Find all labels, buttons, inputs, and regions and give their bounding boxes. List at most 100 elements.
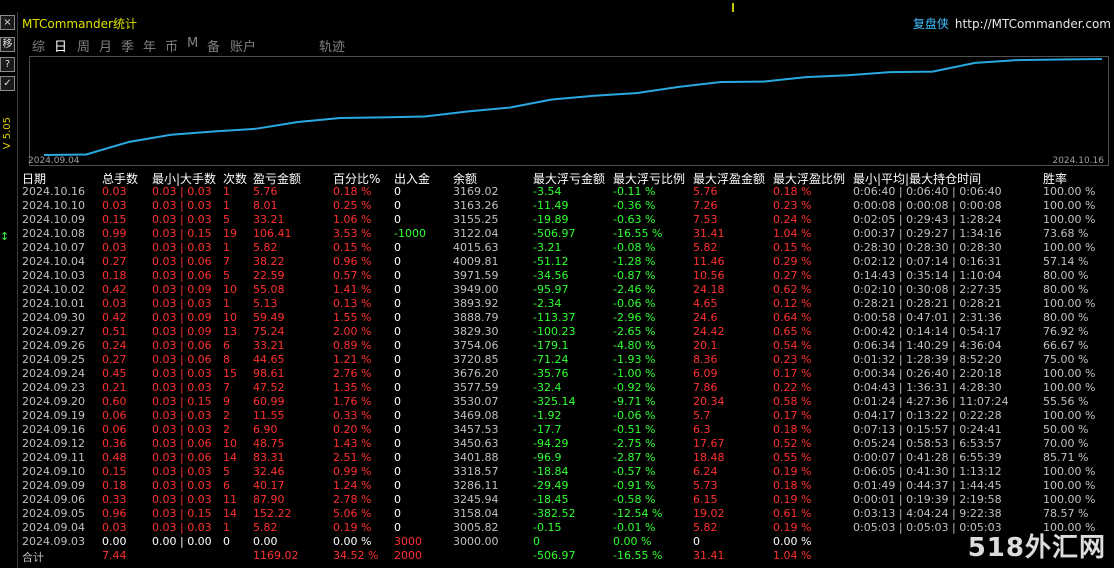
table-cell: 2024.09.20 [22, 395, 85, 408]
table-cell: -0.08 % [613, 241, 656, 254]
table-cell: 19 [223, 227, 237, 240]
table-cell: 6.90 [253, 423, 278, 436]
table-cell: 0 [394, 339, 401, 352]
table-row[interactable]: 2024.10.07 0.03 0.03 | 0.03 1 5.82 0.15 % 0 401… [22, 241, 1112, 255]
tab-10[interactable]: 轨迹 [319, 36, 345, 55]
tab-2[interactable]: 周 [77, 36, 90, 55]
table-cell: 15 [223, 367, 237, 380]
table-cell: 0:00:58 | 0:47:01 | 2:31:36 [853, 311, 1002, 324]
tab-7[interactable]: M [187, 36, 198, 51]
table-cell: 3155.25 [453, 213, 499, 226]
table-cell: 0.03 | 0.03 [152, 479, 212, 492]
table-cell: 18.48 [693, 451, 725, 464]
table-row[interactable]: 2024.09.23 0.21 0.03 | 0.03 7 47.52 1.35 % 0 35… [22, 381, 1112, 395]
table-row[interactable]: 2024.09.12 0.36 0.03 | 0.06 10 48.75 1.43 % 0 3… [22, 437, 1112, 451]
table-row[interactable]: 2024.10.16 0.03 0.03 | 0.03 1 5.76 0.18 % 0 316… [22, 185, 1112, 199]
table-cell: 0 [693, 535, 700, 548]
tab-3[interactable]: 月 [99, 36, 112, 55]
table-row[interactable]: 2024.10.09 0.15 0.03 | 0.03 5 33.21 1.06 % 0 31… [22, 213, 1112, 227]
table-cell: 2024.10.01 [22, 297, 85, 310]
table-row[interactable]: 2024.09.10 0.15 0.03 | 0.03 5 32.46 0.99 % 0 33… [22, 465, 1112, 479]
table-cell: -0.51 % [613, 423, 656, 436]
table-cell: 2024.09.19 [22, 409, 85, 422]
table-row[interactable]: 2024.09.04 0.03 0.03 | 0.03 1 5.82 0.19 % 0 300… [22, 521, 1112, 535]
table-cell: 0.33 % [333, 409, 372, 422]
table-cell: 5.06 % [333, 507, 372, 520]
tab-4[interactable]: 季 [121, 36, 134, 55]
table-cell: 3971.59 [453, 269, 499, 282]
table-row[interactable]: 2024.09.03 0.00 0.00 | 0.00 0 0.00 0.00 % 3000… [22, 535, 1112, 549]
tab-0[interactable]: 综 [32, 36, 45, 55]
table-row[interactable]: 2024.09.16 0.06 0.03 | 0.03 2 6.90 0.20 % 0 345… [22, 423, 1112, 437]
table-row[interactable]: 2024.10.08 0.99 0.03 | 0.15 19 106.41 3.53 % -… [22, 227, 1112, 241]
table-row[interactable]: 2024.09.09 0.18 0.03 | 0.03 6 40.17 1.24 % 0 32… [22, 479, 1112, 493]
table-row[interactable]: 2024.10.04 0.27 0.03 | 0.06 7 38.22 0.96 % 0 40… [22, 255, 1112, 269]
table-cell: 6.15 [693, 493, 718, 506]
table-cell: -0.06 % [613, 409, 656, 422]
table-cell: 0.03 | 0.03 [152, 423, 212, 436]
table-row[interactable]: 2024.10.03 0.18 0.03 | 0.06 5 22.59 0.57 % 0 39… [22, 269, 1112, 283]
table-row[interactable]: 2024.09.19 0.06 0.03 | 0.03 2 11.55 0.33 % 0 34… [22, 409, 1112, 423]
table-cell: 6.09 [693, 367, 718, 380]
help-button[interactable]: ? [0, 57, 15, 72]
table-cell: 0.17 % [773, 367, 812, 380]
table-cell: 5 [223, 269, 230, 282]
table-row[interactable]: 2024.10.02 0.42 0.03 | 0.09 10 55.08 1.41 % 0 3… [22, 283, 1112, 297]
table-cell: 5.13 [253, 297, 278, 310]
close-icon[interactable]: × [0, 15, 15, 30]
table-cell: 55.56 % [1043, 395, 1089, 408]
table-row[interactable]: 2024.09.05 0.96 0.03 | 0.15 14 152.22 5.06 % 0… [22, 507, 1112, 521]
table-cell: 5.82 [693, 521, 718, 534]
table-cell: -1.92 [533, 409, 562, 422]
brand[interactable]: 复盘侠 http://MTCommander.com [913, 15, 1111, 32]
table-cell: 0:04:43 | 1:36:31 | 4:28:30 [853, 381, 1002, 394]
table-row[interactable]: 2024.09.30 0.42 0.03 | 0.09 10 59.49 1.55 % 0 3… [22, 311, 1112, 325]
table-cell: 0:01:49 | 0:44:37 | 1:44:45 [853, 479, 1002, 492]
table-cell: 100.00 % [1043, 367, 1096, 380]
totals-cell: 1.04 % [773, 549, 812, 562]
table-cell: 0.15 % [773, 241, 812, 254]
table-cell: 78.57 % [1043, 507, 1089, 520]
table-cell: 98.61 [253, 367, 285, 380]
table-cell: 0.19 % [773, 493, 812, 506]
table-row[interactable]: 2024.09.11 0.48 0.03 | 0.06 14 83.31 2.51 % 0 3… [22, 451, 1112, 465]
table-cell: 2024.09.06 [22, 493, 85, 506]
table-cell: 0.03 | 0.03 [152, 409, 212, 422]
brand-url[interactable]: http://MTCommander.com [955, 17, 1111, 31]
table-row[interactable]: 2024.09.25 0.27 0.03 | 0.06 8 44.65 1.21 % 0 37… [22, 353, 1112, 367]
table-cell: -29.49 [533, 479, 569, 492]
equity-line [43, 58, 1103, 156]
tab-6[interactable]: 币 [165, 36, 178, 55]
version-label: V 5.05 [2, 117, 13, 150]
table-cell: 0 [394, 479, 401, 492]
check-icon[interactable]: ✓ [0, 76, 15, 91]
table-cell: 7.53 [693, 213, 718, 226]
table-cell: 0.00 % [773, 535, 812, 548]
table-row[interactable]: 2024.09.06 0.33 0.03 | 0.03 11 87.90 2.78 % 0 3… [22, 493, 1112, 507]
table-cell: 38.22 [253, 255, 285, 268]
table-row[interactable]: 2024.10.10 0.03 0.03 | 0.03 1 8.01 0.25 % 0 316… [22, 199, 1112, 213]
table-cell: 60.99 [253, 395, 285, 408]
tab-8[interactable]: 备 [207, 36, 220, 55]
tab-1[interactable]: 日 [54, 36, 67, 55]
tab-9[interactable]: 账户 [230, 36, 256, 55]
table-cell: 10 [223, 437, 237, 450]
table-cell: 0 [394, 255, 401, 268]
table-cell: 0 [394, 269, 401, 282]
table-cell: 0.36 [102, 437, 127, 450]
totals-cell: 31.41 [693, 549, 725, 562]
table-row[interactable]: 2024.10.01 0.03 0.03 | 0.03 1 5.13 0.13 % 0 389… [22, 297, 1112, 311]
table-row[interactable]: 2024.09.27 0.51 0.03 | 0.09 13 75.24 2.00 % 0 3… [22, 325, 1112, 339]
table-row[interactable]: 2024.09.24 0.45 0.03 | 0.03 15 98.61 2.76 % 0 3… [22, 367, 1112, 381]
table-cell: 0.03 | 0.06 [152, 353, 212, 366]
move-button[interactable]: 移 [0, 37, 15, 52]
table-row[interactable]: 2024.09.20 0.60 0.03 | 0.15 9 60.99 1.76 % 0 35… [22, 395, 1112, 409]
table-cell: 3676.20 [453, 367, 499, 380]
tab-5[interactable]: 年 [143, 36, 156, 55]
table-row[interactable]: 2024.09.26 0.24 0.03 | 0.06 6 33.21 0.89 % 0 37… [22, 339, 1112, 353]
totals-cell: -506.97 [533, 549, 576, 562]
table-cell: -2.34 [533, 297, 562, 310]
table-cell: 0:06:05 | 0:41:30 | 1:13:12 [853, 465, 1002, 478]
table-cell: 2024.09.25 [22, 353, 85, 366]
table-cell: -382.52 [533, 507, 576, 520]
